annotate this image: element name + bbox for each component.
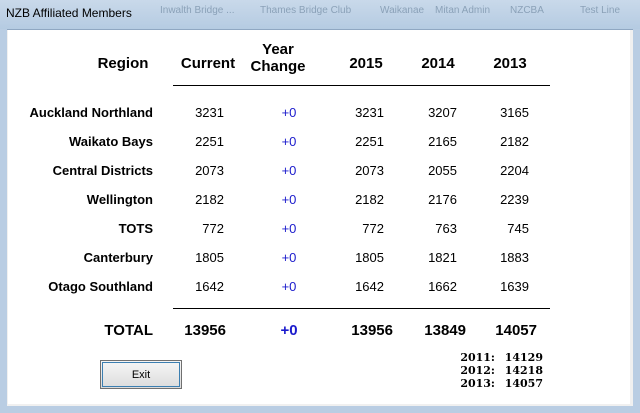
window-frame-right <box>633 29 640 413</box>
row-current: 1805 <box>195 250 224 265</box>
bg-tab-3: Waikanae <box>380 5 425 16</box>
row-change: +0 <box>281 221 297 236</box>
row-2013: 2239 <box>500 192 529 207</box>
history-value: 14129 <box>504 351 543 364</box>
row-change: +0 <box>281 250 297 265</box>
row-2015: 3231 <box>355 105 384 120</box>
row-change: +0 <box>281 279 297 294</box>
history-line: 2013: 14057 <box>455 377 543 390</box>
header-change: Change <box>250 58 306 75</box>
row-2013: 1639 <box>500 279 529 294</box>
row-2013: 3165 <box>500 105 529 120</box>
row-current: 3231 <box>195 105 224 120</box>
window-frame-left <box>0 29 7 413</box>
title-bar[interactable]: NZB Affiliated Members Inwalth Bridge ..… <box>0 0 640 30</box>
row-2015: 2073 <box>355 163 384 178</box>
row-2014: 2055 <box>428 163 457 178</box>
window-title: NZB Affiliated Members <box>6 6 132 20</box>
row-2015: 1642 <box>355 279 384 294</box>
header-2015: 2015 <box>349 55 383 72</box>
history-value: 14218 <box>504 364 543 377</box>
header-2014: 2014 <box>421 55 455 72</box>
row-region: Otago Southland <box>48 279 153 294</box>
members-panel: Region Current Year Change 2015 2014 201… <box>8 30 630 404</box>
bg-tab-5: NZCBA <box>510 5 544 16</box>
row-region: Canterbury <box>83 250 153 265</box>
header-year: Year <box>262 41 294 58</box>
header-region: Region <box>97 55 149 72</box>
row-region: Auckland Northland <box>29 105 153 120</box>
exit-button[interactable]: Exit <box>100 360 182 389</box>
total-2014: 13849 <box>424 322 466 339</box>
row-change: +0 <box>281 192 297 207</box>
bg-tab-2: Thames Bridge Club <box>260 5 352 16</box>
bg-tab-4: Mitan Admin <box>435 5 491 16</box>
row-current: 2182 <box>195 192 224 207</box>
row-region: Central Districts <box>52 163 153 178</box>
row-2014: 2176 <box>428 192 457 207</box>
header-2013: 2013 <box>493 55 527 72</box>
row-region: Wellington <box>86 192 153 207</box>
row-region: TOTS <box>118 221 153 236</box>
history-value: 14057 <box>504 377 543 390</box>
total-2013: 14057 <box>495 322 537 339</box>
history-year: 2012: <box>460 364 495 377</box>
row-region: Waikato Bays <box>68 134 153 149</box>
row-change: +0 <box>281 105 297 120</box>
row-change: +0 <box>281 134 297 149</box>
row-2014: 1662 <box>428 279 457 294</box>
total-current: 13956 <box>184 322 226 339</box>
row-current: 2251 <box>195 134 224 149</box>
total-change: +0 <box>280 322 298 339</box>
row-2013: 2182 <box>500 134 529 149</box>
bg-tab-1: Inwalth Bridge ... <box>160 5 235 16</box>
total-2015: 13956 <box>351 322 393 339</box>
history-year: 2013: <box>460 377 495 390</box>
window-frame-bottom <box>0 406 640 413</box>
background-taskbar-strip: Inwalth Bridge ... Thames Bridge Club Wa… <box>150 0 630 22</box>
row-2014: 3207 <box>428 105 457 120</box>
total-label: TOTAL <box>104 322 153 339</box>
row-2013: 2204 <box>500 163 529 178</box>
row-2015: 772 <box>362 221 384 236</box>
header-divider <box>173 85 550 86</box>
header-current: Current <box>180 55 236 72</box>
row-2014: 763 <box>435 221 457 236</box>
row-2015: 2251 <box>355 134 384 149</box>
total-divider <box>173 308 550 309</box>
row-2013: 1883 <box>500 250 529 265</box>
row-current: 772 <box>202 221 224 236</box>
history-line: 2011: 14129 <box>455 351 543 364</box>
row-2014: 1821 <box>428 250 457 265</box>
row-2013: 745 <box>507 221 529 236</box>
row-2015: 2182 <box>355 192 384 207</box>
row-2014: 2165 <box>428 134 457 149</box>
history-year: 2011: <box>460 351 495 364</box>
row-current: 1642 <box>195 279 224 294</box>
bg-tab-6: Test Line <box>580 5 621 16</box>
row-current: 2073 <box>195 163 224 178</box>
row-2015: 1805 <box>355 250 384 265</box>
row-change: +0 <box>281 163 297 178</box>
history-line: 2012: 14218 <box>455 364 543 377</box>
